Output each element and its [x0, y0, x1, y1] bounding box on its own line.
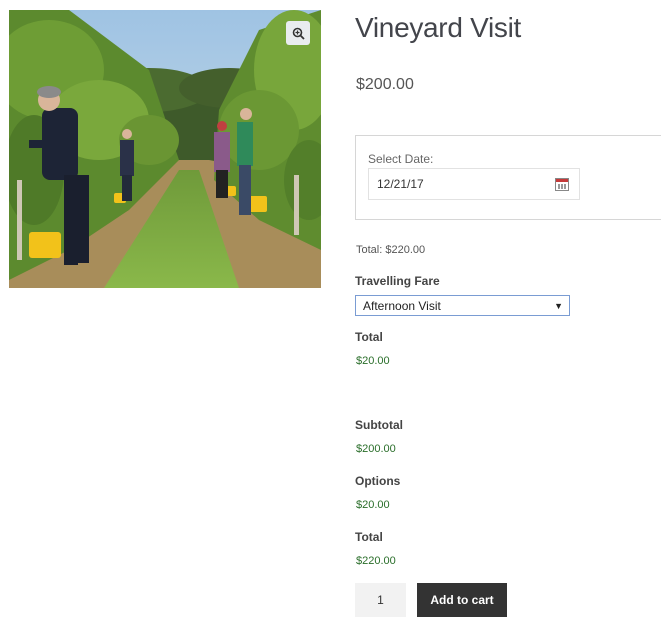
add-to-cart-button[interactable]: Add to cart: [417, 583, 507, 617]
product-price: $200.00: [356, 76, 414, 93]
subtotal-value: $200.00: [356, 443, 396, 455]
zoom-in-icon: [292, 27, 305, 40]
subtotal-label: Subtotal: [355, 418, 403, 432]
options-value: $20.00: [356, 499, 390, 511]
booking-total: Total: $220.00: [356, 244, 426, 256]
date-input[interactable]: 12/21/17: [368, 168, 580, 200]
fare-selected-value: Afternoon Visit: [363, 298, 441, 313]
calendar-icon[interactable]: [555, 177, 569, 191]
quantity-input[interactable]: 1: [355, 583, 406, 617]
zoom-button[interactable]: [286, 21, 310, 45]
select-date-label: Select Date:: [368, 152, 434, 166]
fare-total-label: Total: [355, 330, 383, 344]
travelling-fare-label: Travelling Fare: [355, 274, 440, 288]
product-title: Vineyard Visit: [355, 12, 521, 43]
travelling-fare-select[interactable]: Afternoon Visit ▼: [355, 295, 570, 316]
product-image[interactable]: [9, 10, 321, 288]
options-label: Options: [355, 474, 401, 488]
fare-total-value: $20.00: [356, 355, 390, 367]
grand-total-value: $220.00: [356, 555, 396, 567]
dropdown-arrow-icon: ▼: [554, 300, 563, 311]
grand-total-label: Total: [355, 530, 383, 544]
date-value: 12/21/17: [377, 177, 424, 191]
vineyard-photo: [9, 10, 321, 288]
